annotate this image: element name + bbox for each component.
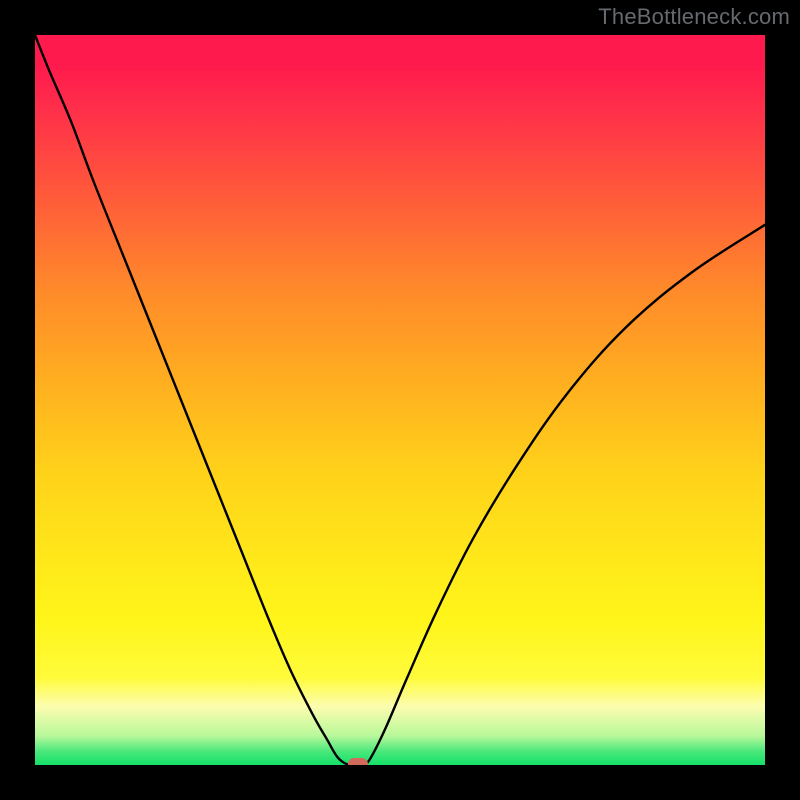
plot-area [35,35,765,765]
watermark-text: TheBottleneck.com [598,4,790,30]
optimal-point-marker [348,758,368,765]
chart-frame: TheBottleneck.com [0,0,800,800]
bottleneck-curve [35,35,765,765]
